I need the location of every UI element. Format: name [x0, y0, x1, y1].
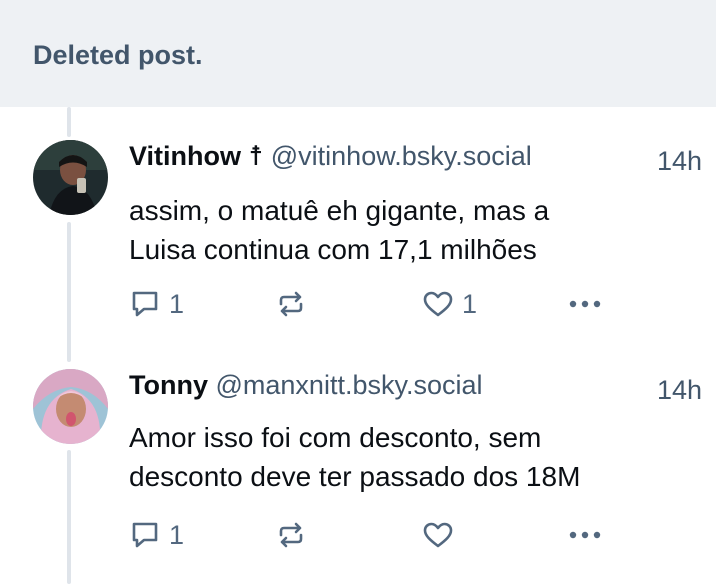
avatar-image — [33, 140, 108, 215]
post-text-line: Amor isso foi com desconto, sem — [129, 422, 542, 453]
deleted-post-banner: Deleted post. — [0, 0, 716, 107]
post-item[interactable]: Tonny @manxnitt.bsky.social 14h Amor iss… — [0, 366, 716, 584]
heart-icon — [423, 522, 453, 548]
author-handle[interactable]: @vitinhow.bsky.social — [271, 141, 532, 171]
post-text-line: desconto deve ter passado dos 18M — [129, 461, 581, 492]
more-dots-icon — [569, 300, 601, 308]
avatar[interactable] — [33, 140, 108, 215]
repost-button[interactable] — [275, 288, 307, 320]
post-header: Tonny @manxnitt.bsky.social — [129, 370, 483, 401]
more-options-button[interactable] — [567, 519, 603, 551]
post-text-line: assim, o matuê eh gigante, mas a — [129, 195, 550, 226]
author-name[interactable]: Tonny — [129, 370, 208, 400]
more-dots-icon — [569, 531, 601, 539]
post-text: Amor isso foi com desconto, sem desconto… — [129, 418, 689, 496]
author-name[interactable]: Vitinhow — [129, 141, 241, 171]
reply-icon — [132, 291, 158, 317]
heart-icon — [423, 291, 453, 317]
post-text: assim, o matuê eh gigante, mas a Luisa c… — [129, 191, 689, 269]
like-button[interactable]: 1 — [422, 288, 477, 320]
reply-button[interactable]: 1 — [129, 288, 184, 320]
post-item[interactable]: Vitinhow ☨ @vitinhow.bsky.social 14h ass… — [0, 137, 716, 352]
more-options-button[interactable] — [567, 288, 603, 320]
thread-line — [67, 107, 71, 137]
post-header: Vitinhow ☨ @vitinhow.bsky.social — [129, 141, 532, 172]
reply-count: 1 — [169, 288, 185, 319]
reply-count: 1 — [169, 519, 185, 550]
repost-icon — [279, 522, 303, 548]
reply-button[interactable]: 1 — [129, 519, 184, 551]
like-button[interactable] — [422, 519, 462, 551]
reply-icon — [132, 522, 158, 548]
like-count: 1 — [462, 288, 478, 319]
avatar[interactable] — [33, 369, 108, 444]
name-symbol: ☨ — [248, 141, 264, 171]
post-timestamp[interactable]: 14h — [657, 146, 702, 177]
post-timestamp[interactable]: 14h — [657, 375, 702, 406]
post-text-line: Luisa continua com 17,1 milhões — [129, 234, 537, 265]
author-handle[interactable]: @manxnitt.bsky.social — [216, 370, 483, 400]
deleted-post-label: Deleted post. — [33, 40, 203, 70]
avatar-image — [33, 369, 108, 444]
repost-icon — [279, 291, 303, 317]
repost-button[interactable] — [275, 519, 307, 551]
